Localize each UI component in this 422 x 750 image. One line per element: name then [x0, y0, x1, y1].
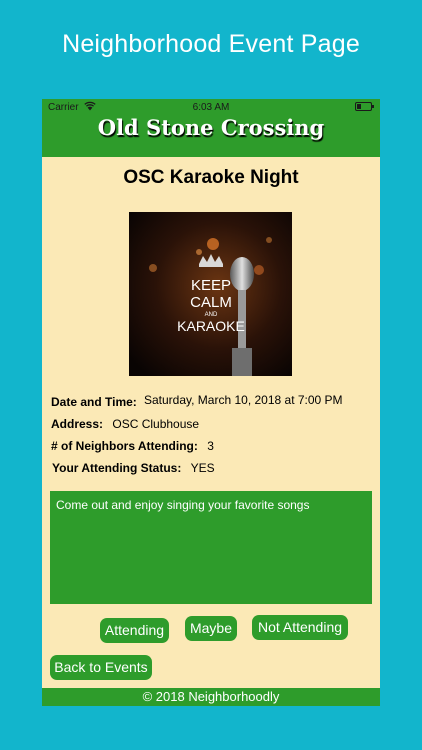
status-time: 6:03 AM — [192, 102, 230, 113]
bokeh-light — [149, 264, 157, 272]
image-text-keep: KEEP — [191, 277, 231, 294]
event-description: Come out and enjoy singing your favorite… — [50, 491, 372, 604]
attending-status-row: Your Attending Status: YES — [52, 461, 215, 475]
address-value: OSC Clubhouse — [112, 417, 200, 431]
app-header: Old Stone Crossing — [42, 115, 380, 157]
bokeh-light — [266, 237, 272, 243]
bokeh-light — [196, 249, 202, 255]
attending-status-label: Your Attending Status: — [52, 461, 182, 475]
image-text-calm: CALM — [190, 294, 232, 311]
maybe-button[interactable]: Maybe — [185, 616, 237, 641]
promo-title: Neighborhood Event Page — [62, 30, 360, 58]
bokeh-light — [207, 238, 219, 250]
address-label: Address: — [51, 417, 104, 431]
attending-count-value: 3 — [207, 439, 214, 453]
back-to-events-button[interactable]: Back to Events — [50, 655, 152, 680]
phone-screen: Carrier 6:03 AM Old Stone Crossing OSC K… — [42, 99, 380, 706]
date-label: Date and Time: — [51, 395, 137, 409]
battery-icon — [355, 102, 374, 111]
date-value-row: Saturday, March 10, 2018 at 7:00 PM — [144, 393, 343, 407]
address-row: Address: OSC Clubhouse — [51, 417, 199, 431]
date-row: Date and Time: — [51, 395, 137, 409]
app-title: Old Stone Crossing — [97, 115, 325, 140]
event-image: KEEP CALM AND KARAOKE — [129, 212, 292, 376]
attending-button[interactable]: Attending — [100, 618, 169, 643]
attending-status-value: YES — [190, 461, 215, 475]
attending-count-row: # of Neighbors Attending: 3 — [51, 439, 214, 453]
event-title: OSC Karaoke Night — [123, 167, 299, 188]
attending-count-label: # of Neighbors Attending: — [51, 439, 198, 453]
bokeh-light — [254, 265, 264, 275]
image-text-karaoke: KARAOKE — [177, 318, 245, 334]
status-bar: Carrier 6:03 AM — [42, 99, 380, 115]
date-value: Saturday, March 10, 2018 at 7:00 PM — [144, 393, 343, 407]
footer: © 2018 Neighborhoodly — [42, 688, 380, 706]
not-attending-button[interactable]: Not Attending — [252, 615, 348, 640]
